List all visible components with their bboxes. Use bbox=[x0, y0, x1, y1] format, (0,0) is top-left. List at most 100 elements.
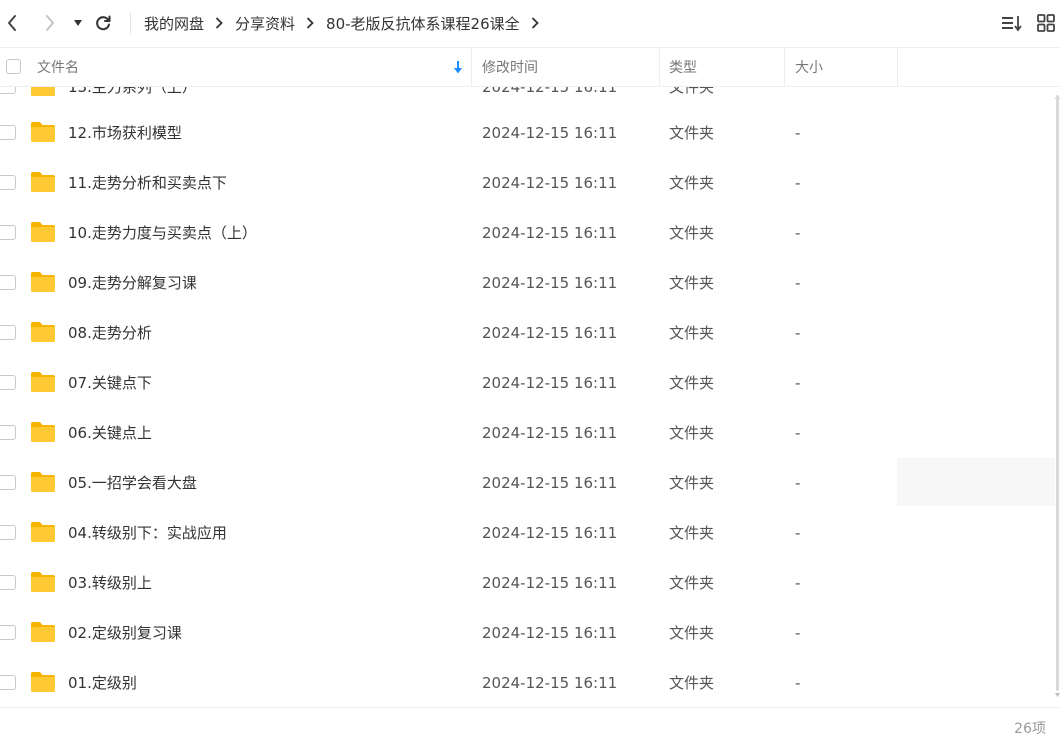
file-name[interactable]: 01.定级别 bbox=[68, 658, 137, 707]
row-checkbox[interactable] bbox=[0, 375, 16, 390]
chevron-right-icon[interactable] bbox=[531, 17, 539, 29]
file-modified: 2024-12-15 16:11 bbox=[482, 374, 618, 392]
file-modified: 2024-12-15 16:11 bbox=[482, 674, 618, 692]
column-size-label: 大小 bbox=[795, 60, 823, 76]
column-type[interactable]: 类型 bbox=[669, 48, 783, 86]
folder-icon bbox=[31, 522, 55, 542]
row-checkbox[interactable] bbox=[0, 87, 16, 94]
row-checkbox[interactable] bbox=[0, 325, 16, 340]
chevron-right-icon bbox=[46, 15, 54, 31]
table-row[interactable]: 09.走势分解复习课 2024-12-15 16:11 文件夹 - bbox=[0, 258, 1055, 308]
file-type: 文件夹 bbox=[669, 424, 715, 442]
breadcrumb-item-root[interactable]: 我的网盘 bbox=[144, 13, 204, 34]
scroll-down-arrow-icon[interactable] bbox=[1055, 693, 1060, 697]
folder-icon bbox=[31, 272, 55, 292]
file-name[interactable]: 10.走势力度与买卖点（上） bbox=[68, 208, 257, 258]
sort-button[interactable] bbox=[1001, 13, 1023, 37]
file-modified: 2024-12-15 16:11 bbox=[482, 174, 618, 192]
column-header: 文件名 修改时间 类型 大小 bbox=[0, 47, 1060, 87]
table-row[interactable]: 04.转级别下：实战应用 2024-12-15 16:11 文件夹 - bbox=[0, 508, 1055, 558]
file-name[interactable]: 02.定级别复习课 bbox=[68, 608, 182, 658]
table-row[interactable]: 01.定级别 2024-12-15 16:11 文件夹 - bbox=[0, 658, 1055, 707]
file-size: - bbox=[795, 374, 801, 392]
breadcrumb-item-current[interactable]: 80-老版反抗体系课程26课全 bbox=[326, 13, 520, 34]
file-type: 文件夹 bbox=[669, 524, 715, 542]
file-modified: 2024-12-15 16:11 bbox=[482, 474, 618, 492]
table-row[interactable]: 06.关键点上 2024-12-15 16:11 文件夹 - bbox=[0, 408, 1055, 458]
file-type: 文件夹 bbox=[669, 224, 715, 242]
breadcrumb-item-share[interactable]: 分享资料 bbox=[235, 13, 295, 34]
file-modified: 2024-12-15 16:11 bbox=[482, 624, 618, 642]
file-name[interactable]: 04.转级别下：实战应用 bbox=[68, 508, 227, 558]
file-name[interactable]: 06.关键点上 bbox=[68, 408, 152, 458]
file-name[interactable]: 05.一招学会看大盘 bbox=[68, 458, 197, 508]
file-size: - bbox=[795, 174, 801, 192]
refresh-button[interactable] bbox=[92, 10, 114, 36]
file-size: - bbox=[795, 674, 801, 692]
file-name[interactable]: 11.走势分析和买卖点下 bbox=[68, 158, 227, 208]
folder-icon bbox=[31, 87, 55, 96]
refresh-icon bbox=[96, 15, 111, 31]
table-row[interactable]: 11.走势分析和买卖点下 2024-12-15 16:11 文件夹 - bbox=[0, 158, 1055, 208]
folder-icon bbox=[31, 572, 55, 592]
file-name[interactable]: 08.走势分析 bbox=[68, 308, 152, 358]
column-name-label: 文件名 bbox=[37, 60, 79, 76]
table-row[interactable]: 10.走势力度与买卖点（上） 2024-12-15 16:11 文件夹 - bbox=[0, 208, 1055, 258]
column-name[interactable]: 文件名 bbox=[37, 48, 470, 86]
folder-icon bbox=[31, 172, 55, 192]
item-count: 26项 bbox=[1014, 721, 1046, 737]
row-checkbox[interactable] bbox=[0, 425, 16, 440]
forward-button[interactable] bbox=[40, 10, 60, 36]
row-checkbox[interactable] bbox=[0, 175, 16, 190]
row-checkbox[interactable] bbox=[0, 525, 16, 540]
select-all-checkbox[interactable] bbox=[6, 59, 21, 74]
file-size: - bbox=[795, 274, 801, 292]
table-row[interactable]: 12.市场获利模型 2024-12-15 16:11 文件夹 - bbox=[0, 108, 1055, 158]
table-row[interactable]: 07.关键点下 2024-12-15 16:11 文件夹 - bbox=[0, 358, 1055, 408]
column-divider[interactable] bbox=[784, 48, 785, 86]
chevron-left-icon bbox=[8, 15, 16, 31]
row-checkbox[interactable] bbox=[0, 625, 16, 640]
column-size[interactable]: 大小 bbox=[795, 48, 895, 86]
folder-icon bbox=[31, 672, 55, 692]
row-checkbox[interactable] bbox=[0, 125, 16, 140]
row-checkbox[interactable] bbox=[0, 675, 16, 690]
row-checkbox[interactable] bbox=[0, 275, 16, 290]
sort-desc-arrow-icon bbox=[454, 61, 462, 74]
toolbar: 我的网盘 分享资料 80-老版反抗体系课程26课全 bbox=[0, 0, 1060, 46]
file-type: 文件夹 bbox=[669, 274, 715, 292]
history-dropdown-button[interactable] bbox=[70, 10, 86, 36]
folder-icon bbox=[31, 222, 55, 242]
file-type: 文件夹 bbox=[669, 674, 715, 692]
column-modified[interactable]: 修改时间 bbox=[482, 48, 658, 86]
folder-icon bbox=[31, 372, 55, 392]
row-checkbox[interactable] bbox=[0, 475, 16, 490]
row-checkbox[interactable] bbox=[0, 575, 16, 590]
file-name[interactable]: 03.转级别上 bbox=[68, 558, 152, 608]
row-checkbox[interactable] bbox=[0, 225, 16, 240]
grid-view-icon bbox=[1037, 14, 1055, 32]
back-button[interactable] bbox=[2, 10, 22, 36]
table-row[interactable]: 02.定级别复习课 2024-12-15 16:11 文件夹 - bbox=[0, 608, 1055, 658]
file-type: 文件夹 bbox=[669, 374, 715, 392]
scrollbar[interactable] bbox=[1055, 87, 1060, 707]
column-divider[interactable] bbox=[659, 48, 660, 86]
column-divider[interactable] bbox=[897, 48, 898, 86]
file-size: - bbox=[795, 474, 801, 492]
file-name[interactable]: 07.关键点下 bbox=[68, 358, 152, 408]
table-row[interactable]: 03.转级别上 2024-12-15 16:11 文件夹 - bbox=[0, 558, 1055, 608]
file-name[interactable]: 09.走势分解复习课 bbox=[68, 258, 197, 308]
footer-divider bbox=[0, 707, 1060, 708]
column-type-label: 类型 bbox=[669, 60, 697, 76]
file-name[interactable]: 12.市场获利模型 bbox=[68, 108, 182, 158]
file-type: 文件夹 bbox=[669, 624, 715, 642]
table-row[interactable]: 05.一招学会看大盘 2024-12-15 16:11 文件夹 - bbox=[0, 458, 1055, 508]
toolbar-divider bbox=[130, 12, 131, 34]
folder-icon bbox=[31, 422, 55, 442]
folder-icon bbox=[31, 472, 55, 492]
table-row[interactable]: 08.走势分析 2024-12-15 16:11 文件夹 - bbox=[0, 308, 1055, 358]
scrollbar-thumb[interactable] bbox=[1056, 95, 1059, 691]
column-divider[interactable] bbox=[471, 48, 472, 86]
file-type: 文件夹 bbox=[669, 574, 715, 592]
view-toggle-button[interactable] bbox=[1036, 13, 1056, 37]
